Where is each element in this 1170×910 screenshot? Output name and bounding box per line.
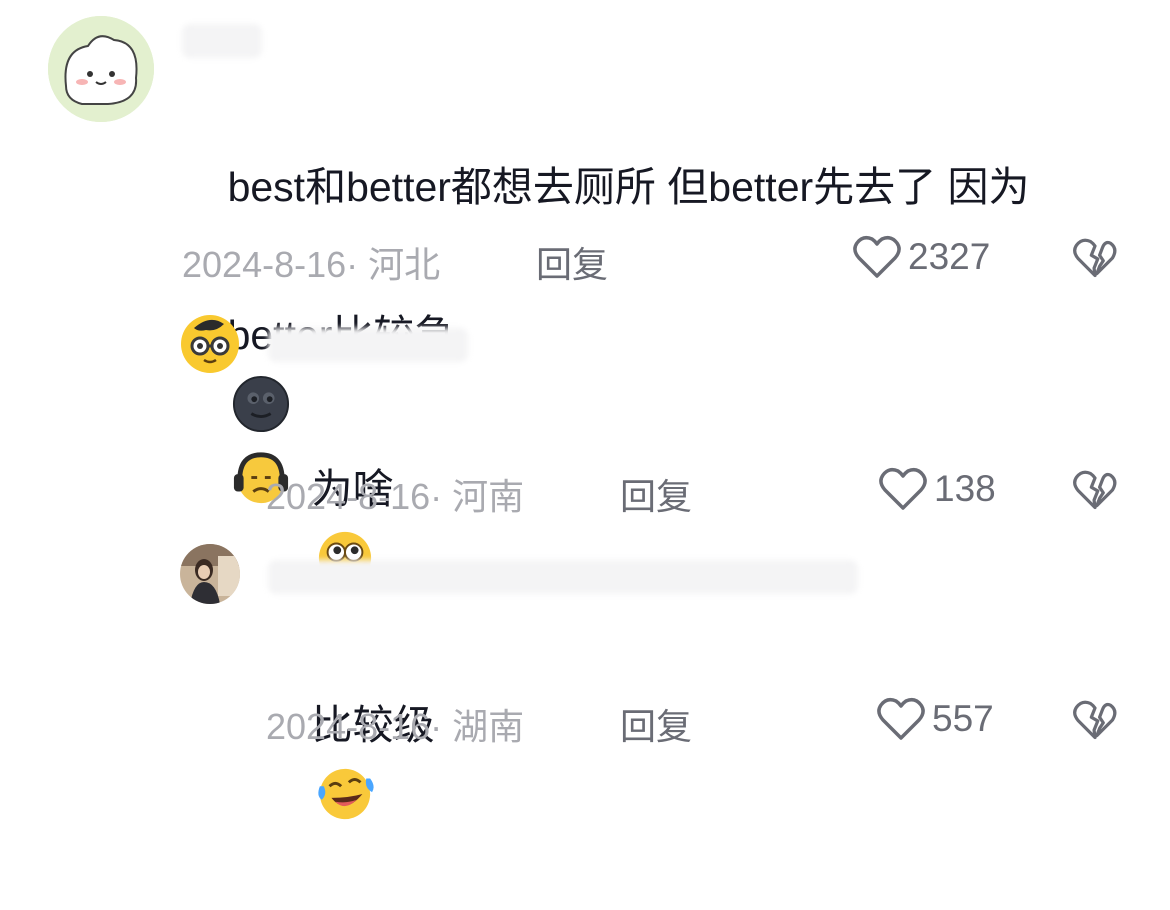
comment-location: · 河北: [346, 244, 441, 285]
like-count: 2327: [908, 236, 991, 277]
photo-avatar-icon: [180, 544, 240, 604]
username-redacted: [268, 560, 858, 594]
like-count: 138: [934, 468, 996, 509]
like-button[interactable]: 138: [878, 466, 996, 512]
reply-item: 比较级 2024-8-16· 湖南 回复 557: [0, 530, 1170, 820]
comment-date: 2024-8-16: [266, 706, 431, 747]
comment-date: 2024-8-16: [266, 476, 431, 517]
username-redacted: [268, 328, 468, 362]
broken-heart-icon: [1073, 700, 1117, 740]
dislike-button[interactable]: [1072, 698, 1118, 742]
avatar[interactable]: [180, 314, 240, 374]
reply-button[interactable]: 回复: [536, 236, 608, 288]
comment-text-line: best和better都想去厕所 但better先去了 因为: [227, 164, 1030, 210]
like-button[interactable]: 557: [876, 696, 994, 742]
username-redacted: [182, 24, 262, 58]
comment-meta: 2024-8-16· 河南: [266, 468, 524, 520]
like-count: 557: [932, 698, 994, 739]
comment-location: · 河南: [430, 476, 525, 517]
nerd-face-avatar-icon: [181, 315, 239, 373]
broken-heart-icon: [1073, 470, 1117, 510]
comment-item: best和better都想去厕所 但better先去了 因为 better比较急…: [0, 0, 1170, 504]
comment-meta: 2024-8-16· 湖南: [266, 698, 524, 750]
heart-icon: [879, 467, 927, 510]
avatar[interactable]: [180, 544, 240, 604]
avatar[interactable]: [48, 16, 154, 122]
broken-heart-icon: [1073, 238, 1117, 278]
comment-meta: 2024-8-16· 河北: [182, 236, 440, 288]
reply-item: 为啥 2024-8-16· 河南 回复 138: [0, 300, 1170, 585]
reply-button[interactable]: 回复: [620, 468, 692, 520]
heart-icon: [853, 235, 901, 278]
reply-button[interactable]: 回复: [620, 698, 692, 750]
dislike-button[interactable]: [1072, 468, 1118, 512]
comment-text: 比较级: [266, 614, 435, 910]
dislike-button[interactable]: [1072, 236, 1118, 280]
comment-location: · 湖南: [430, 706, 525, 747]
cartoon-avatar-icon: [48, 16, 154, 122]
laughing-tears-emoji: [317, 768, 374, 820]
heart-icon: [877, 697, 925, 740]
like-button[interactable]: 2327: [852, 234, 990, 280]
comment-date: 2024-8-16: [182, 244, 347, 285]
